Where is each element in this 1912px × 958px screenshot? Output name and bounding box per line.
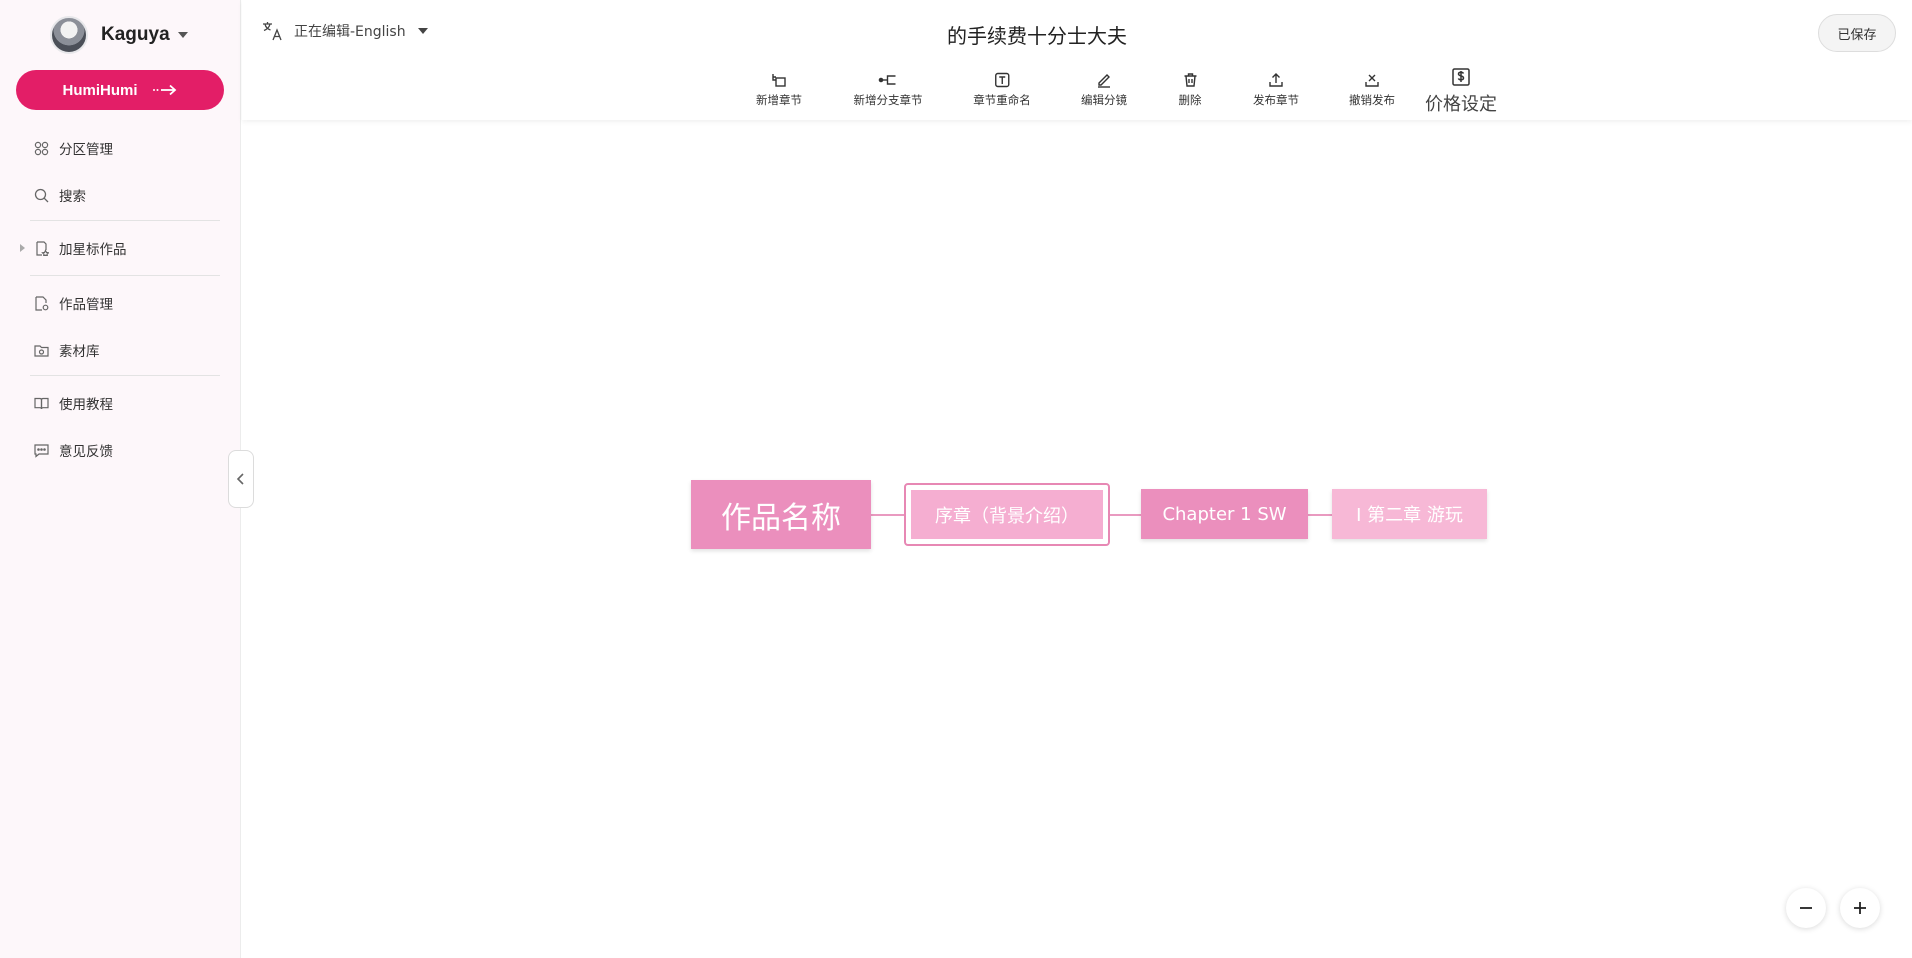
chevron-right-icon[interactable] xyxy=(20,244,25,252)
grid-icon xyxy=(34,141,49,155)
divider xyxy=(30,275,220,276)
unpublish-icon xyxy=(1365,74,1379,87)
node-connector xyxy=(1110,514,1141,516)
upload-icon xyxy=(1269,73,1283,87)
sidebar-item-starred[interactable]: 加星标作品 xyxy=(34,237,127,259)
sidebar-item-works[interactable]: 作品管理 xyxy=(34,292,113,314)
minus-icon xyxy=(1800,907,1812,909)
sidebar: Kaguya HumiHumi 分区管理 搜索 加星标作品 作品管理 素材库 使… xyxy=(0,0,241,958)
editor-header: 正在编辑-English 的手续费十分士大夫 已保存 新增章节 新增分支章节 章… xyxy=(242,0,1912,120)
story-root-node[interactable]: 作品名称 xyxy=(691,480,871,549)
add-branch-icon xyxy=(878,75,895,85)
message-icon xyxy=(34,443,49,458)
node-connector xyxy=(871,514,904,516)
toolbar-label: 编辑分镜 xyxy=(1081,93,1127,107)
sidebar-item-label: 加星标作品 xyxy=(59,242,127,258)
sidebar-item-assets[interactable]: 素材库 xyxy=(34,339,100,361)
toolbar-label: 删除 xyxy=(1178,93,1202,107)
add-branch-chapter-button[interactable]: 新增分支章节 xyxy=(854,72,923,108)
book-icon xyxy=(34,397,49,409)
sidebar-item-label: 意见反馈 xyxy=(59,444,113,460)
unpublish-button[interactable]: 撤销发布 xyxy=(1349,72,1395,108)
search-icon xyxy=(34,188,49,202)
publish-chapter-button[interactable]: 发布章节 xyxy=(1253,72,1299,108)
sidebar-item-label: 分区管理 xyxy=(59,142,113,158)
humihumi-button[interactable]: HumiHumi xyxy=(16,70,224,110)
humihumi-button-label: HumiHumi xyxy=(62,81,138,99)
user-menu[interactable]: Kaguya xyxy=(50,15,188,55)
sidebar-item-label: 作品管理 xyxy=(59,297,113,313)
sidebar-item-zones[interactable]: 分区管理 xyxy=(34,137,113,159)
chevron-down-icon xyxy=(177,32,188,38)
chapter-node-2[interactable]: I 第二章 游玩 xyxy=(1332,489,1487,539)
price-icon xyxy=(1452,68,1470,86)
sidebar-item-feedback[interactable]: 意见反馈 xyxy=(34,439,113,461)
toolbar-label: 价格设定 xyxy=(1425,94,1497,115)
chevron-left-icon xyxy=(236,473,244,485)
star-doc-icon xyxy=(36,240,49,256)
sidebar-item-search[interactable]: 搜索 xyxy=(34,184,86,206)
chevron-down-icon xyxy=(417,28,428,34)
sidebar-item-label: 使用教程 xyxy=(59,397,113,413)
language-selector[interactable]: 正在编辑-English xyxy=(262,21,428,41)
divider xyxy=(30,375,220,376)
zoom-in-button[interactable] xyxy=(1840,888,1880,928)
price-settings-button[interactable]: 价格设定 xyxy=(1425,68,1497,116)
sidebar-item-tutorial[interactable]: 使用教程 xyxy=(34,392,113,414)
add-chapter-icon xyxy=(772,74,786,87)
sidebar-item-label: 搜索 xyxy=(59,189,86,205)
saved-status-button[interactable]: 已保存 xyxy=(1818,14,1896,52)
language-label: 正在编辑-English xyxy=(294,24,406,40)
zoom-out-button[interactable] xyxy=(1786,888,1826,928)
username: Kaguya xyxy=(101,24,170,45)
chapter-node-prologue[interactable]: 序章（背景介绍） xyxy=(911,490,1103,539)
translate-icon xyxy=(263,22,282,41)
story-tree-canvas[interactable]: 作品名称 序章（背景介绍） Chapter 1 SW I 第二章 游玩 xyxy=(242,120,1912,958)
toolbar-label: 章节重命名 xyxy=(973,93,1031,107)
rename-chapter-button[interactable]: 章节重命名 xyxy=(973,72,1031,108)
toolbar-label: 新增章节 xyxy=(756,93,802,107)
doc-settings-icon xyxy=(35,295,49,311)
edit-storyboard-button[interactable]: 编辑分镜 xyxy=(1081,72,1127,108)
toolbar-label: 撤销发布 xyxy=(1349,93,1395,107)
delete-button[interactable]: 删除 xyxy=(1179,72,1202,108)
trash-icon xyxy=(1184,73,1196,87)
toolbar-label: 发布章节 xyxy=(1253,93,1299,107)
divider xyxy=(30,220,220,221)
edit-icon xyxy=(1098,74,1110,88)
folder-icon xyxy=(34,344,49,357)
arrow-right-icon xyxy=(152,84,178,96)
toolbar-label: 新增分支章节 xyxy=(853,93,923,107)
page-title: 的手续费十分士大夫 xyxy=(947,24,1127,48)
sidebar-collapse-button[interactable] xyxy=(228,450,254,508)
plus-icon xyxy=(1854,902,1866,914)
avatar xyxy=(50,16,88,54)
rename-icon xyxy=(994,72,1010,88)
node-connector xyxy=(1308,514,1332,516)
sidebar-item-label: 素材库 xyxy=(59,344,100,360)
add-chapter-button[interactable]: 新增章节 xyxy=(756,72,802,108)
chapter-node-1[interactable]: Chapter 1 SW xyxy=(1141,489,1308,539)
